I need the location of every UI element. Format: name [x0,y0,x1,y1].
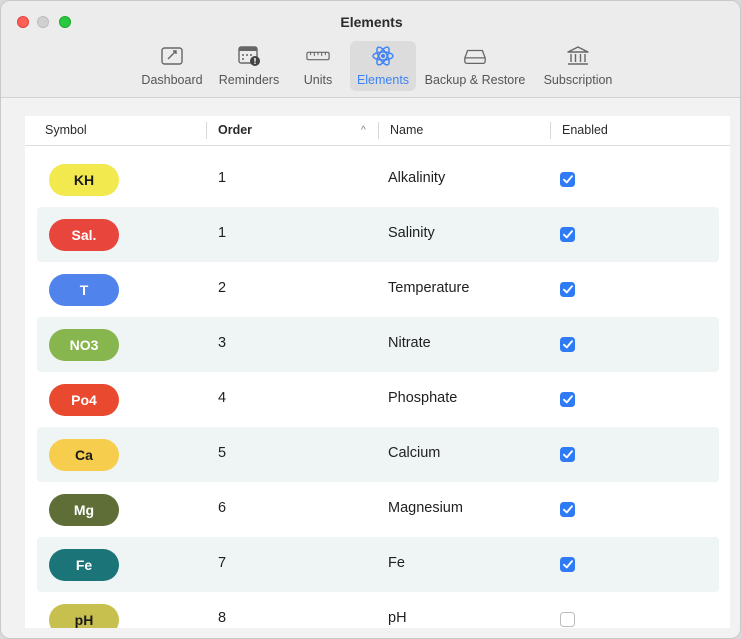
order-cell: 6 [218,500,227,516]
table-row[interactable]: T 2 Temperature [37,262,719,317]
toolbar-dashboard[interactable]: Dashboard [137,41,207,91]
bank-icon [566,45,590,67]
enabled-checkbox[interactable] [560,502,575,517]
order-cell: 8 [218,610,227,626]
symbol-pill: Ca [49,439,119,471]
sort-ascending-icon[interactable]: ^ [361,125,366,136]
enabled-checkbox[interactable] [560,337,575,352]
enabled-checkbox[interactable] [560,447,575,462]
enabled-checkbox[interactable] [560,172,575,187]
table-row[interactable]: Ca 5 Calcium [37,427,719,482]
toolbar-elements[interactable]: Elements [350,41,416,91]
order-cell: 3 [218,335,227,351]
toolbar-label: Dashboard [141,73,203,87]
table-header: Symbol Order ^ Name Enabled [25,116,730,146]
table-row[interactable]: Sal. 1 Salinity [37,207,719,262]
toolbar-label: Backup & Restore [424,73,526,87]
toolbar-reminders[interactable]: Reminders [213,41,285,91]
order-cell: 4 [218,390,227,406]
name-cell: Magnesium [388,500,463,516]
enabled-checkbox[interactable] [560,612,575,627]
name-cell: Temperature [388,280,470,296]
order-cell: 7 [218,555,227,571]
table-row[interactable]: Mg 6 Magnesium [37,482,719,537]
enabled-checkbox[interactable] [560,392,575,407]
table-row[interactable]: NO3 3 Nitrate [37,317,719,372]
column-header-enabled[interactable]: Enabled [562,123,608,137]
drive-icon [463,45,487,67]
order-cell: 1 [218,170,227,186]
name-cell: Alkalinity [388,170,446,186]
order-cell: 1 [218,225,227,241]
symbol-pill: Mg [49,494,119,526]
app-window: Elements Dashboard Reminders Units Eleme… [0,0,741,639]
enabled-checkbox[interactable] [560,227,575,242]
column-header-name[interactable]: Name [390,123,423,137]
enabled-checkbox[interactable] [560,557,575,572]
symbol-pill: Sal. [49,219,119,251]
symbol-pill: pH [49,604,119,628]
name-cell: Salinity [388,225,435,241]
symbol-pill: Po4 [49,384,119,416]
name-cell: pH [388,610,407,626]
order-cell: 2 [218,280,227,296]
toolbar-units[interactable]: Units [295,41,341,91]
toolbar-label: Reminders [218,73,280,87]
symbol-pill: KH [49,164,119,196]
table-row[interactable]: Po4 4 Phosphate [37,372,719,427]
column-header-order[interactable]: Order [218,123,252,137]
name-cell: Calcium [388,445,441,461]
symbol-pill: NO3 [49,329,119,361]
order-cell: 5 [218,445,227,461]
title-bar: Elements Dashboard Reminders Units Eleme… [1,1,740,98]
toolbar-subscription[interactable]: Subscription [537,41,619,91]
toolbar-backup-restore[interactable]: Backup & Restore [422,41,528,91]
toolbar-label: Subscription [543,73,613,87]
symbol-pill: T [49,274,119,306]
column-separator[interactable] [206,122,207,139]
elements-table: Symbol Order ^ Name Enabled KH 1 Alkalinit… [25,116,730,628]
name-cell: Phosphate [388,390,458,406]
symbol-pill: Fe [49,549,119,581]
table-row[interactable]: pH 8 pH [37,592,719,628]
column-separator[interactable] [550,122,551,139]
table-row[interactable]: Fe 7 Fe [37,537,719,592]
dashboard-icon [160,45,184,67]
toolbar-label: Units [303,73,333,87]
column-header-symbol[interactable]: Symbol [45,123,87,137]
name-cell: Fe [388,555,405,571]
column-separator[interactable] [378,122,379,139]
window-title: Elements [340,14,403,30]
name-cell: Nitrate [388,335,431,351]
table-row[interactable]: KH 1 Alkalinity [37,152,719,207]
atom-icon [371,45,395,67]
calendar-alert-icon [237,45,261,67]
ruler-icon [306,45,330,67]
enabled-checkbox[interactable] [560,282,575,297]
toolbar-label: Elements [356,73,410,87]
